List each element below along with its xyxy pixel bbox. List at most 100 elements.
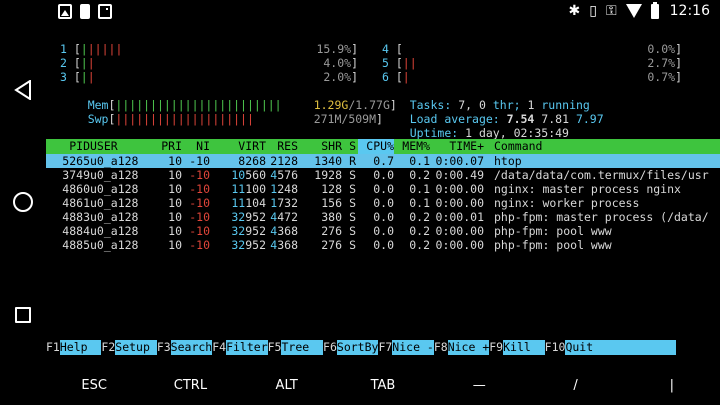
nice: -10 bbox=[189, 182, 210, 196]
column-header-cpu[interactable]: CPU% bbox=[358, 139, 394, 154]
function-key-number: F5 bbox=[267, 340, 282, 355]
priority: 10 bbox=[168, 154, 182, 168]
mem-percent: 0.1 bbox=[409, 182, 430, 196]
column-header-user[interactable]: USER bbox=[90, 139, 150, 154]
state: S bbox=[349, 238, 356, 252]
command: nginx: master process nginx bbox=[494, 182, 681, 196]
column-header-ni[interactable]: NI bbox=[182, 139, 210, 154]
shr: 1928 bbox=[314, 168, 342, 182]
column-header-s[interactable]: S bbox=[342, 139, 356, 154]
bluetooth-icon: ✱ bbox=[568, 3, 581, 19]
function-key-number: F7 bbox=[378, 340, 393, 355]
column-header-res[interactable]: RES bbox=[266, 139, 298, 154]
process-row[interactable]: 4884 u0_a128 10 -10 32952 4368 276 S 0.0 0.2 0:00.… bbox=[46, 224, 720, 238]
process-row[interactable]: 4883 u0_a128 10 -10 32952 4472 380 S 0.0 0.2 0:00.… bbox=[46, 210, 720, 224]
process-row[interactable]: 5265 u0_a128 10 -10 8268 2128 1340 R 0.7 0.1 0:00.… bbox=[46, 154, 720, 168]
column-header-pid[interactable]: PID bbox=[60, 139, 90, 154]
user: u0_a128 bbox=[90, 238, 139, 252]
function-key-f1[interactable]: F1 Help bbox=[46, 340, 102, 355]
function-key-label: Nice + bbox=[447, 340, 490, 355]
nice: -10 bbox=[189, 196, 210, 210]
clock: 12:16 bbox=[669, 3, 710, 19]
function-key-f9[interactable]: F9 Kill bbox=[489, 340, 545, 355]
process-table-header[interactable]: PID USER PRI NI VIRT RES SHR S CPU% MEM% TIME+ Comm… bbox=[46, 139, 720, 154]
virt-high: 11 bbox=[231, 182, 246, 196]
state: S bbox=[349, 210, 356, 224]
cpu-value: 15.9%] bbox=[316, 42, 358, 56]
time: 0:00.00 bbox=[435, 224, 484, 238]
extra-key-pipe[interactable]: | bbox=[624, 366, 720, 405]
extra-key-dash[interactable]: — bbox=[431, 366, 527, 405]
function-key-f3[interactable]: F3 Search bbox=[156, 340, 213, 355]
virt: 100 bbox=[245, 182, 266, 196]
nice: -10 bbox=[189, 224, 210, 238]
extra-key-esc[interactable]: ESC bbox=[46, 366, 142, 405]
load-average: Load average: 7.54 7.81 7.97 bbox=[409, 112, 604, 126]
function-key-f7[interactable]: F7 Nice - bbox=[378, 340, 434, 355]
function-key-bar: F1 Help F2 Setup F3 Search F4 Filter F5 Tree F6… bbox=[46, 340, 720, 355]
column-header-shr[interactable]: SHR bbox=[298, 139, 342, 154]
cpu-percent: 2.0% bbox=[323, 70, 352, 84]
system-icons: ✱ ▯ ⚿ 12:16 bbox=[568, 1, 710, 19]
cpu-meter-6: 6 [| bbox=[382, 70, 410, 84]
cpu-percent: 0.0 bbox=[373, 182, 394, 196]
cpu-percent: 0.0 bbox=[373, 238, 394, 252]
mem-percent: 0.1 bbox=[409, 154, 430, 168]
cpu-percent: 0.0 bbox=[373, 210, 394, 224]
recents-icon[interactable] bbox=[15, 307, 31, 323]
function-key-number: F6 bbox=[323, 340, 337, 355]
column-header-command[interactable]: Command bbox=[494, 139, 614, 154]
shr: 380 bbox=[321, 210, 342, 224]
virt: 560 bbox=[245, 168, 266, 182]
back-icon[interactable] bbox=[14, 80, 32, 100]
column-header-pri[interactable]: PRI bbox=[150, 139, 182, 154]
virt-high: 32 bbox=[231, 238, 246, 252]
cpu-value: 2.7%] bbox=[647, 56, 682, 70]
pid: 4884 bbox=[62, 224, 90, 238]
column-header-mem[interactable]: MEM% bbox=[394, 139, 430, 154]
pid: 4861 bbox=[62, 196, 90, 210]
function-key-number: F1 bbox=[46, 340, 60, 355]
process-row[interactable]: 4860 u0_a128 10 -10 11100 1248 128 S 0.0 0.1 0:00.… bbox=[46, 182, 720, 196]
pid: 5265 bbox=[62, 154, 90, 168]
process-row[interactable]: 3749 u0_a128 10 -10 10560 4576 1928 S 0.0 0.2 0:00… bbox=[46, 168, 720, 182]
battery-icon bbox=[650, 1, 659, 19]
column-header-time[interactable]: TIME+ bbox=[430, 139, 484, 154]
cpu-label: 6 bbox=[382, 70, 389, 84]
virt: 952 bbox=[245, 238, 266, 252]
htop-terminal[interactable]: 1 [|||||| 15.9%] 2 [|| 4.0%] 3 [|| 2.0%] 4 [0… bbox=[46, 24, 720, 358]
cpu-value: 0.0%] bbox=[647, 42, 682, 56]
extra-key-alt[interactable]: ALT bbox=[239, 366, 335, 405]
process-row[interactable]: 4861 u0_a128 10 -10 11104 1732 156 S 0.0 0.1 0:00.… bbox=[46, 196, 720, 210]
mem-value: 1.29G/1.77G] bbox=[313, 98, 397, 112]
function-key-label: Tree bbox=[281, 340, 324, 355]
pid: 4883 bbox=[62, 210, 90, 224]
extra-key-tab[interactable]: TAB bbox=[335, 366, 431, 405]
user: u0_a128 bbox=[90, 168, 139, 182]
extra-key-ctrl[interactable]: CTRL bbox=[142, 366, 238, 405]
function-key-f5[interactable]: F5 Tree bbox=[267, 340, 324, 355]
state: S bbox=[349, 196, 356, 210]
swap-bars: |||||||||||||||||||| bbox=[115, 112, 254, 126]
function-key-f6[interactable]: F6 SortBy bbox=[323, 340, 379, 355]
function-key-f8[interactable]: F8 Nice + bbox=[433, 340, 490, 355]
function-key-label: Setup bbox=[115, 340, 157, 355]
function-key-f2[interactable]: F2 Setup bbox=[101, 340, 157, 355]
extra-key-slash[interactable]: / bbox=[527, 366, 623, 405]
shr: 1340 bbox=[314, 154, 342, 168]
tasks-summary: Tasks: 7, 0 thr; 1 running bbox=[409, 98, 590, 112]
time: 0:00.00 bbox=[435, 238, 484, 252]
column-header-virt[interactable]: VIRT bbox=[210, 139, 266, 154]
cpu-percent: 0.7 bbox=[373, 154, 394, 168]
cpu-meter-4: 4 [ bbox=[382, 42, 403, 56]
process-row[interactable]: 4885 u0_a128 10 -10 32952 4368 276 S 0.0 0.2 0:00.… bbox=[46, 238, 720, 252]
user: u0_a128 bbox=[90, 182, 139, 196]
cpu-percent: 0.0% bbox=[647, 42, 676, 56]
function-key-f4[interactable]: F4 Filter bbox=[212, 340, 268, 355]
function-key-f10[interactable]: F10 Quit bbox=[544, 340, 677, 355]
home-icon[interactable] bbox=[13, 192, 33, 212]
swap-meter: Swp[|||||||||||||||||||| bbox=[87, 112, 254, 126]
notification-icons bbox=[58, 4, 112, 19]
res: 248 bbox=[277, 182, 298, 196]
mem-percent: 0.2 bbox=[409, 224, 430, 238]
